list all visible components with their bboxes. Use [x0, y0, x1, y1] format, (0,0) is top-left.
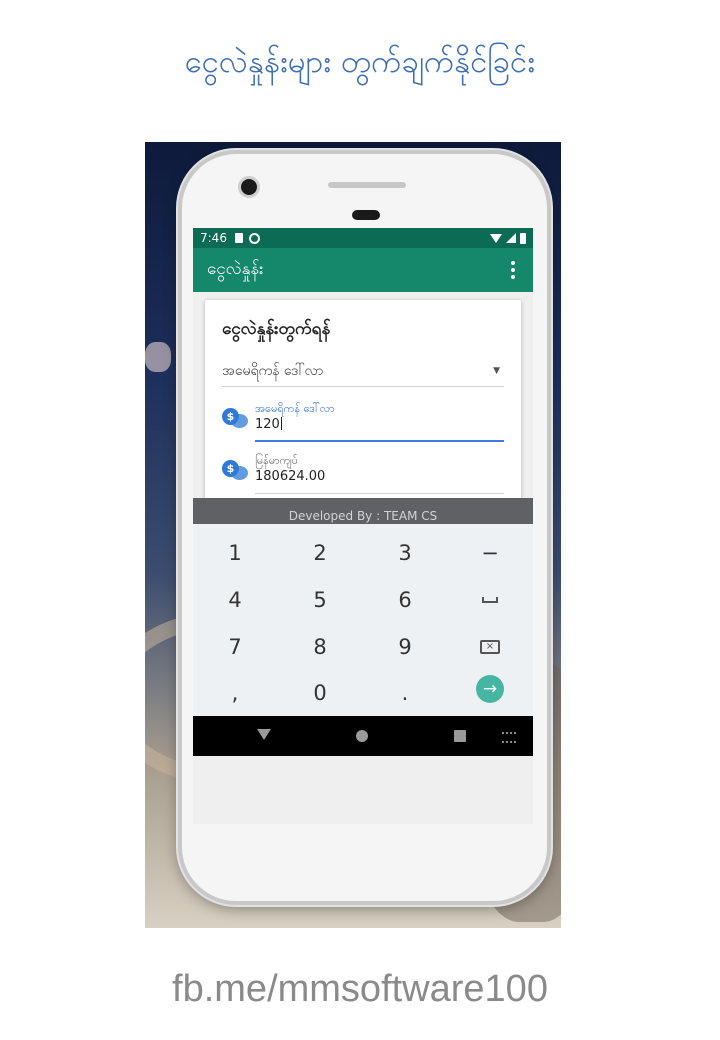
keyboard-switch-icon[interactable] [502, 732, 516, 743]
mmk-output-value: 180624.00 [255, 469, 326, 484]
back-icon[interactable] [257, 729, 271, 740]
facebook-url: fb.me/mmsoftware100 [172, 968, 548, 1010]
key-minus[interactable]: − [448, 530, 532, 576]
output-underline [255, 493, 504, 494]
status-time: 7:46 [200, 231, 227, 245]
key-9[interactable]: 9 [363, 624, 447, 670]
key-7[interactable]: 7 [193, 624, 277, 670]
wifi-icon [490, 233, 502, 243]
key-5[interactable]: 5 [278, 577, 362, 623]
usd-input-label: အမေရိကန် ဒေါ်လာ [255, 402, 335, 415]
converter-title: ငွေလဲနှုန်းတွက်ရန် [222, 319, 331, 339]
key-6[interactable]: 6 [363, 577, 447, 623]
key-3[interactable]: 3 [363, 530, 447, 576]
signal-icon [506, 233, 516, 243]
key-period[interactable]: . [363, 670, 447, 716]
mmk-output-label: မြန်မာကျပ် [255, 454, 299, 467]
phone-frame: 7:46 ငွေလဲနှုန်း ငွေလဲနှုန်းတွက်ရန် အမေရ… [178, 150, 551, 905]
status-bar: 7:46 [193, 228, 533, 248]
sd-card-icon [234, 233, 243, 243]
proximity-sensor [352, 210, 380, 220]
key-4[interactable]: 4 [193, 577, 277, 623]
battery-icon [520, 232, 526, 244]
key-2[interactable]: 2 [278, 530, 362, 576]
key-space[interactable] [448, 577, 532, 623]
usd-input-field[interactable]: $ အမေရိကန် ဒေါ်လာ 120 [222, 400, 504, 442]
phone-screen: 7:46 ငွေလဲနှုန်း ငွေလဲနှုန်းတွက်ရန် အမေရ… [193, 228, 533, 824]
sync-icon [248, 232, 260, 244]
overflow-menu-icon[interactable] [507, 257, 519, 283]
money-exchange-icon: $ [222, 408, 248, 430]
android-nav-bar [193, 716, 533, 756]
recent-apps-icon[interactable] [454, 730, 466, 742]
arrow-right-icon: → [476, 675, 504, 703]
key-comma[interactable]: , [193, 670, 277, 716]
backspace-icon: × [480, 640, 500, 654]
currency-select[interactable]: အမေရိကန် ဒေါ်လာ ▼ [222, 356, 504, 387]
input-underline [255, 440, 504, 442]
chevron-down-icon: ▼ [493, 366, 500, 376]
key-enter[interactable]: → [448, 666, 532, 712]
home-icon[interactable] [356, 730, 368, 742]
converter-card: ငွေလဲနှုန်းတွက်ရန် အမေရိကန် ဒေါ်လာ ▼ $ အ… [205, 300, 521, 522]
space-icon [482, 597, 498, 603]
numeric-keyboard: 1 2 3 − 4 5 6 7 8 9 × , 0 . → [193, 524, 533, 716]
money-exchange-icon: $ [222, 460, 248, 482]
developer-credit: Developed By : TEAM CS [193, 498, 533, 524]
key-1[interactable]: 1 [193, 530, 277, 576]
key-backspace[interactable]: × [448, 624, 532, 670]
promo-headline: ငွေလဲနှုန်းများ တွက်ချက်နိုင်ခြင်း [184, 44, 536, 80]
key-8[interactable]: 8 [278, 624, 362, 670]
earpiece-speaker [328, 182, 406, 188]
key-0[interactable]: 0 [278, 670, 362, 716]
app-title: ငွေလဲနှုန်း [207, 258, 264, 279]
app-bar: ငွေလဲနှုန်း [193, 248, 533, 292]
front-camera [238, 176, 260, 198]
mmk-output-field[interactable]: $ မြန်မာကျပ် 180624.00 [222, 452, 504, 494]
usd-input-value: 120 [255, 417, 282, 432]
currency-select-value: အမေရိကန် ဒေါ်လာ [222, 362, 324, 379]
